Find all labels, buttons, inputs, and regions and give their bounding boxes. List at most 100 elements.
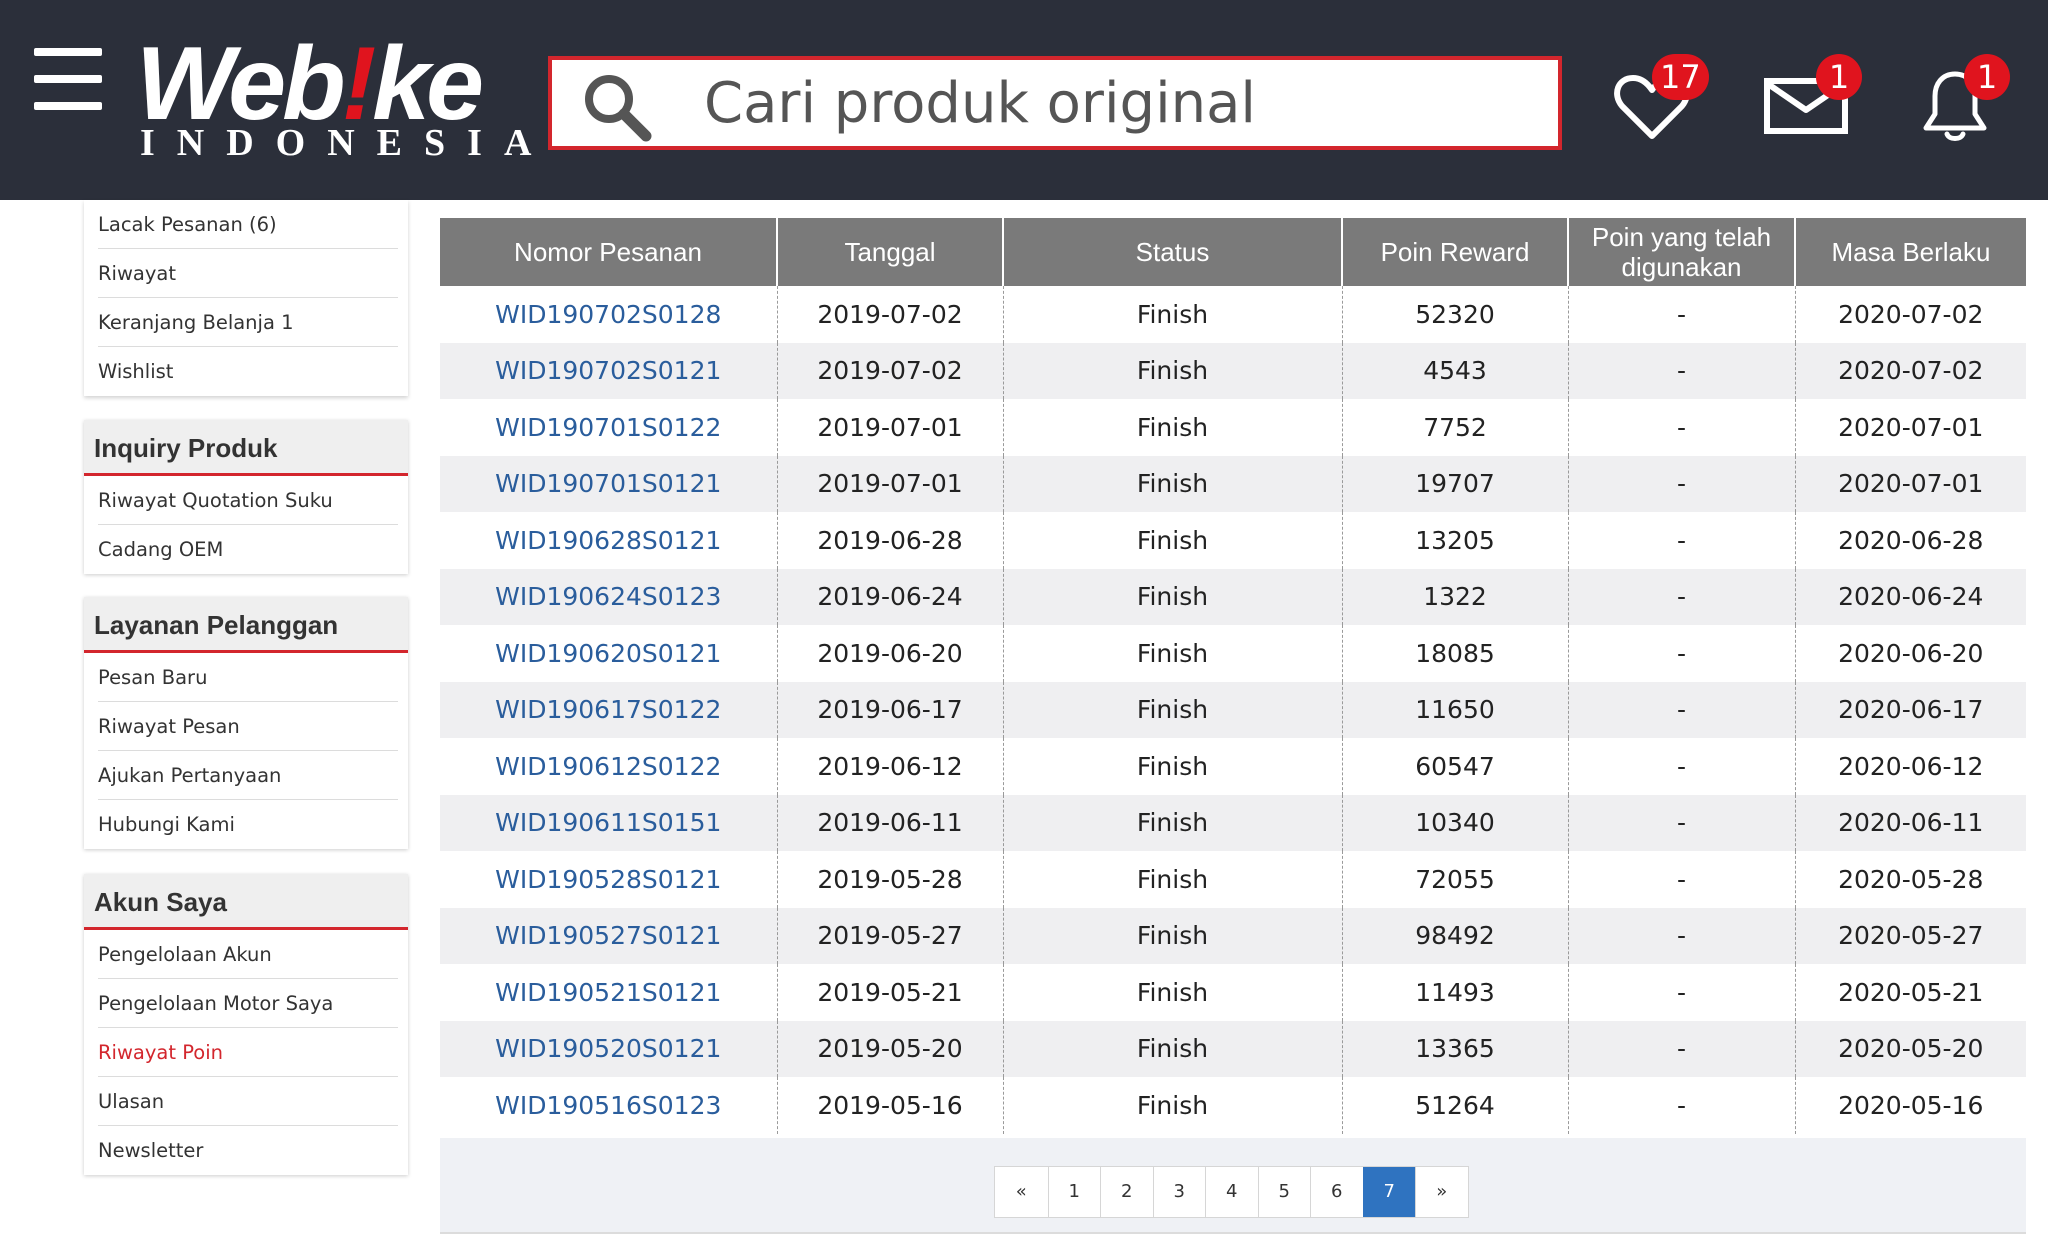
notifications-button[interactable]: 1 xyxy=(1912,54,2012,146)
date-cell: 2019-05-28 xyxy=(776,851,1003,908)
sidebar-item-history[interactable]: Riwayat xyxy=(98,249,398,298)
order-number-link[interactable]: WID190702S0128 xyxy=(495,300,721,329)
sidebar-item-new-message[interactable]: Pesan Baru xyxy=(98,653,398,702)
status-cell: Finish xyxy=(1002,738,1342,795)
column-header-points-used: Poin yang telah digunakan xyxy=(1567,218,1795,286)
table-row: WID190528S0121 2019-05-28 Finish 72055-2020… xyxy=(440,851,2026,908)
points-used-cell: - xyxy=(1567,286,1795,343)
points-used-cell: - xyxy=(1567,794,1795,851)
order-number-link[interactable]: WID190611S0151 xyxy=(495,808,721,837)
order-number-cell: WID190702S0121 xyxy=(440,342,777,399)
wishlist-button[interactable]: 17 xyxy=(1612,54,1712,146)
wishlist-count-badge: 17 xyxy=(1652,54,1709,100)
reward-points-cell: 10340 xyxy=(1341,794,1568,851)
order-number-link[interactable]: WID190624S0123 xyxy=(495,582,721,611)
pagination-page-5[interactable]: 5 xyxy=(1257,1167,1311,1217)
points-used-cell: - xyxy=(1567,851,1795,908)
search-bar[interactable] xyxy=(548,56,1562,150)
sidebar-item-ask-question[interactable]: Ajukan Pertanyaan xyxy=(98,751,398,800)
order-number-link[interactable]: WID190520S0121 xyxy=(495,1034,721,1063)
expiry-date-cell: 2020-05-27 xyxy=(1794,907,2026,964)
date-cell: 2019-06-20 xyxy=(776,625,1003,682)
order-number-cell: WID190516S0123 xyxy=(440,1077,777,1134)
order-number-link[interactable]: WID190620S0121 xyxy=(495,639,721,668)
expiry-date-cell: 2020-05-16 xyxy=(1794,1077,2026,1134)
order-number-cell: WID190701S0121 xyxy=(440,455,777,512)
sidebar-section-customer-service: Layanan Pelanggan Pesan Baru Riwayat Pes… xyxy=(84,597,408,849)
order-number-link[interactable]: WID190528S0121 xyxy=(495,865,721,894)
pagination-page-6[interactable]: 6 xyxy=(1310,1167,1363,1217)
sidebar-item-my-motorcycle[interactable]: Pengelolaan Motor Saya xyxy=(98,979,398,1028)
order-number-cell: WID190617S0122 xyxy=(440,681,777,738)
points-used-cell: - xyxy=(1567,907,1795,964)
status-cell: Finish xyxy=(1002,512,1342,569)
status-cell: Finish xyxy=(1002,851,1342,908)
sidebar-item-wishlist[interactable]: Wishlist xyxy=(98,347,398,396)
status-cell: Finish xyxy=(1002,681,1342,738)
sidebar-item-contact-us[interactable]: Hubungi Kami xyxy=(98,800,398,849)
pagination-page-4[interactable]: 4 xyxy=(1205,1167,1258,1217)
sidebar-item-message-history[interactable]: Riwayat Pesan xyxy=(98,702,398,751)
sidebar-section-title: Akun Saya xyxy=(84,874,408,930)
pagination-page-1[interactable]: 1 xyxy=(1047,1167,1101,1217)
order-number-link[interactable]: WID190701S0121 xyxy=(495,469,721,498)
table-header-row: Nomor Pesanan Tanggal Status Poin Reward… xyxy=(440,218,2026,286)
search-input[interactable] xyxy=(704,68,1524,138)
points-used-cell: - xyxy=(1567,738,1795,795)
order-number-cell: WID190528S0121 xyxy=(440,851,777,908)
reward-points-cell: 1322 xyxy=(1341,568,1568,625)
order-number-link[interactable]: WID190701S0122 xyxy=(495,413,721,442)
status-cell: Finish xyxy=(1002,625,1342,682)
sidebar-item-reviews[interactable]: Ulasan xyxy=(98,1077,398,1126)
table-row: WID190702S0121 2019-07-02 Finish 4543-2020-… xyxy=(440,342,2026,399)
search-icon[interactable] xyxy=(582,72,652,142)
sidebar-section-my-account: Akun Saya Pengelolaan Akun Pengelolaan M… xyxy=(84,874,408,1175)
table-row: WID190701S0122 2019-07-01 Finish 7752-2020-… xyxy=(440,399,2026,456)
expiry-date-cell: 2020-05-20 xyxy=(1794,1020,2026,1077)
sidebar-item-oem-parts[interactable]: Cadang OEM xyxy=(98,525,398,574)
date-cell: 2019-05-21 xyxy=(776,964,1003,1021)
pagination-next[interactable]: » xyxy=(1415,1167,1468,1217)
table-row: WID190521S0121 2019-05-21 Finish 11493-2020… xyxy=(440,964,2026,1021)
pagination-prev[interactable]: « xyxy=(995,1167,1048,1217)
status-cell: Finish xyxy=(1002,342,1342,399)
pagination-bar: « 1 2 3 4 5 6 7 » xyxy=(440,1138,2026,1234)
points-used-cell: - xyxy=(1567,399,1795,456)
order-number-link[interactable]: WID190628S0121 xyxy=(495,526,721,555)
pagination-page-7-current[interactable]: 7 xyxy=(1362,1167,1415,1217)
order-number-link[interactable]: WID190612S0122 xyxy=(495,752,721,781)
sidebar-item-quotation-history[interactable]: Riwayat Quotation Suku xyxy=(98,476,398,525)
reward-points-cell: 18085 xyxy=(1341,625,1568,682)
sidebar-section-title: Inquiry Produk xyxy=(84,420,408,476)
menu-icon[interactable] xyxy=(34,48,102,110)
sidebar-item-point-history[interactable]: Riwayat Poin xyxy=(98,1028,398,1077)
webike-logo[interactable]: Web!ke INDONESIA xyxy=(136,32,531,162)
date-cell: 2019-05-16 xyxy=(776,1077,1003,1134)
sidebar-section-title: Layanan Pelanggan xyxy=(84,597,408,653)
sidebar-item-newsletter[interactable]: Newsletter xyxy=(98,1126,398,1175)
date-cell: 2019-05-27 xyxy=(776,907,1003,964)
order-number-link[interactable]: WID190521S0121 xyxy=(495,978,721,1007)
order-number-link[interactable]: WID190527S0121 xyxy=(495,921,721,950)
date-cell: 2019-07-02 xyxy=(776,342,1003,399)
expiry-date-cell: 2020-05-28 xyxy=(1794,851,2026,908)
status-cell: Finish xyxy=(1002,794,1342,851)
order-number-link[interactable]: WID190617S0122 xyxy=(495,695,721,724)
status-cell: Finish xyxy=(1002,455,1342,512)
column-header-status: Status xyxy=(1002,218,1342,286)
pagination: « 1 2 3 4 5 6 7 » xyxy=(994,1166,1469,1218)
pagination-page-2[interactable]: 2 xyxy=(1100,1167,1153,1217)
order-number-link[interactable]: WID190702S0121 xyxy=(495,356,721,385)
sidebar-item-track-orders[interactable]: Lacak Pesanan (6) xyxy=(98,200,398,249)
points-history-table: Nomor Pesanan Tanggal Status Poin Reward… xyxy=(440,218,2026,1134)
messages-button[interactable]: 1 xyxy=(1762,54,1862,146)
sidebar-item-account-management[interactable]: Pengelolaan Akun xyxy=(98,930,398,979)
order-number-cell: WID190520S0121 xyxy=(440,1020,777,1077)
order-number-link[interactable]: WID190516S0123 xyxy=(495,1091,721,1120)
sidebar-item-cart[interactable]: Keranjang Belanja 1 xyxy=(98,298,398,347)
status-cell: Finish xyxy=(1002,1020,1342,1077)
table-row: WID190611S0151 2019-06-11 Finish 10340-2020… xyxy=(440,794,2026,851)
points-used-cell: - xyxy=(1567,512,1795,569)
pagination-page-3[interactable]: 3 xyxy=(1152,1167,1206,1217)
order-number-cell: WID190624S0123 xyxy=(440,568,777,625)
